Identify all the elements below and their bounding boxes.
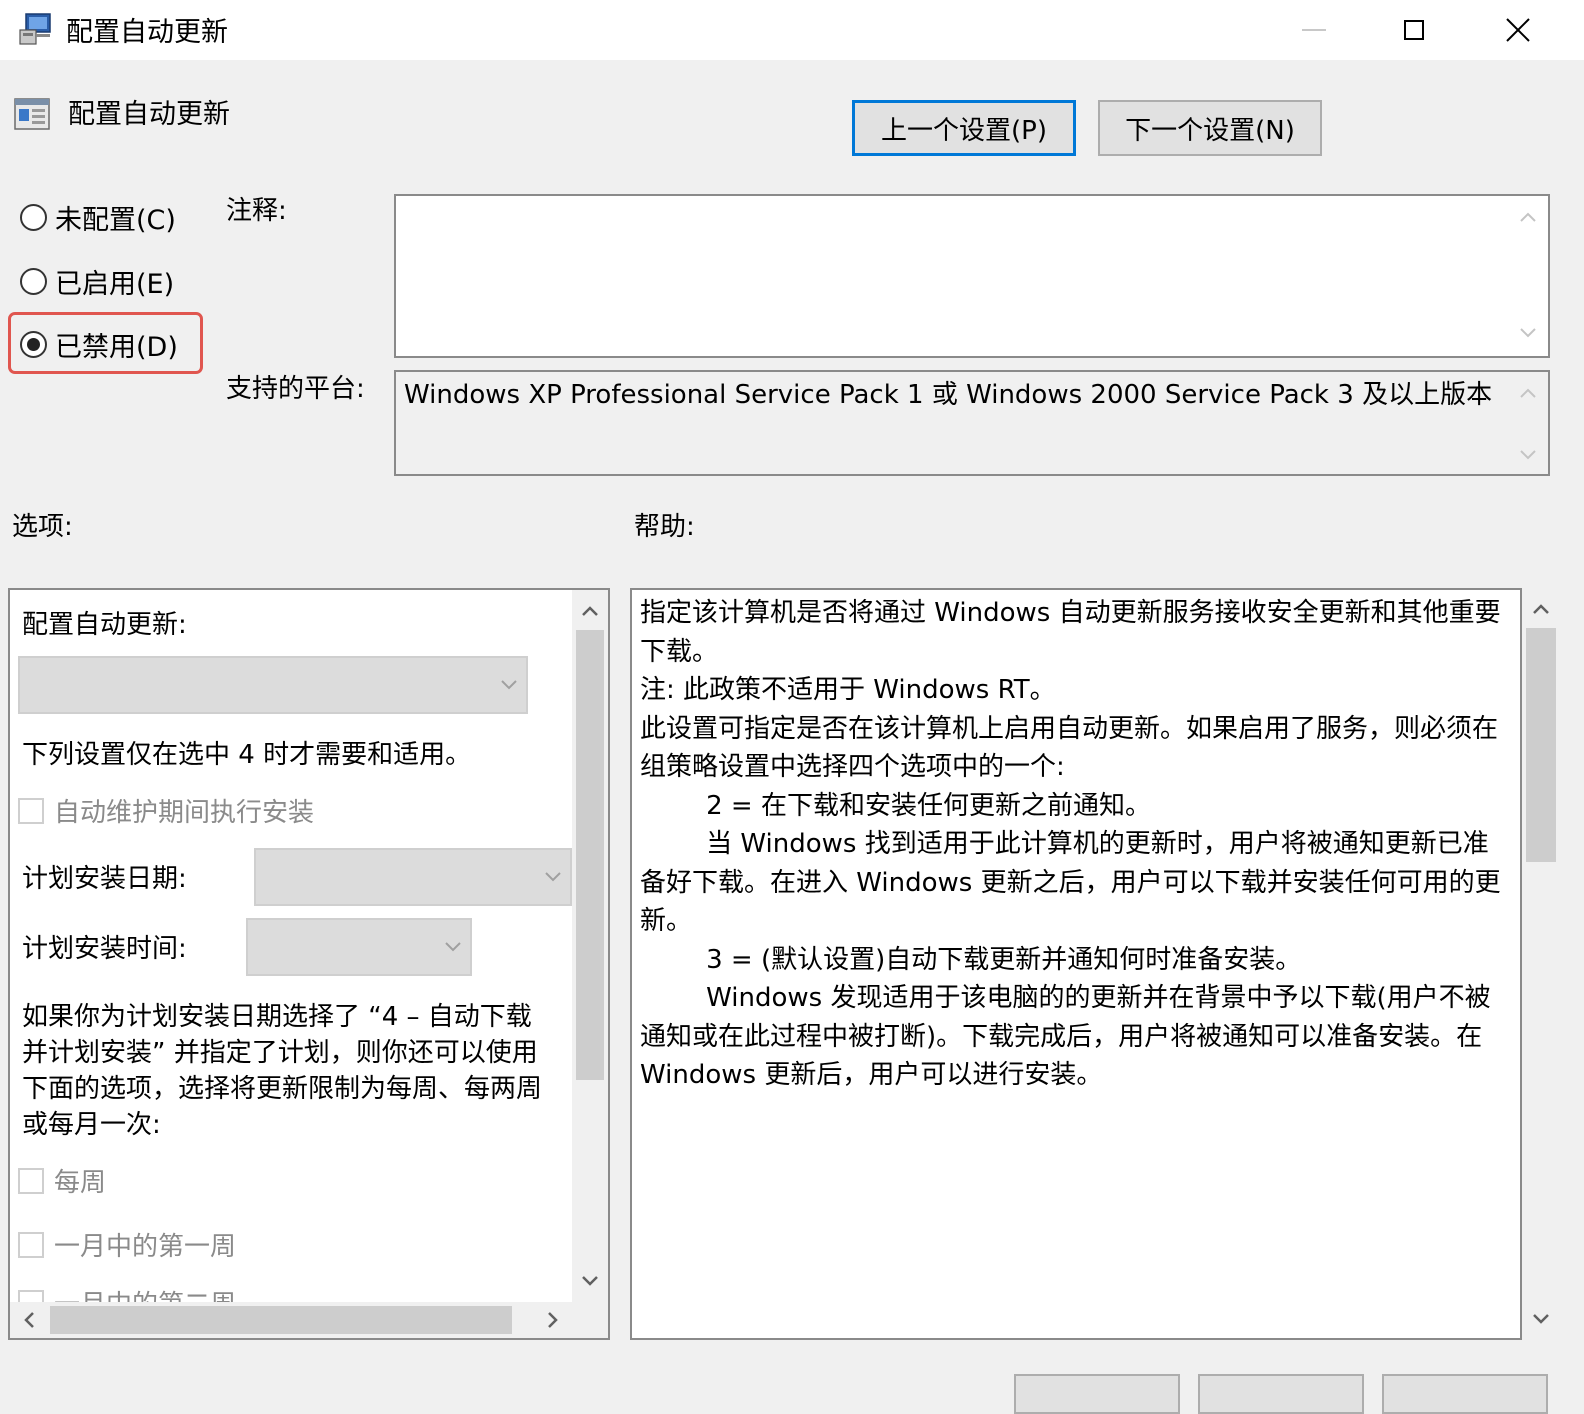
minimize-button[interactable] xyxy=(1264,0,1364,60)
next-setting-button[interactable]: 下一个设置(N) xyxy=(1098,100,1322,156)
schedule-time-label: 计划安装时间: xyxy=(22,934,187,964)
platform-text: Windows XP Professional Service Pack 1 或… xyxy=(404,380,1493,410)
help-vscroll[interactable] xyxy=(1522,588,1560,1340)
app-icon xyxy=(18,12,54,46)
configure-label: 配置自动更新: xyxy=(22,610,187,640)
radio-not-configured-circle xyxy=(20,203,47,231)
selection-highlight xyxy=(8,312,203,374)
chevron-down-icon[interactable] xyxy=(1511,438,1545,472)
help-paragraph: Windows 发现适用于该电脑的的更新并在背景中予以下载(用户不被通知或在此过… xyxy=(640,983,1491,1090)
platform-scrollbar[interactable] xyxy=(1510,376,1546,472)
chevron-up-icon[interactable] xyxy=(1524,592,1558,626)
extra-desc-line-3: 下面的选项，选择将更新限制为每周、每两周 xyxy=(22,1074,543,1104)
comment-textarea[interactable] xyxy=(394,194,1550,358)
checkbox-box xyxy=(18,797,44,824)
help-paragraph: 此设置可指定是否在该计算机上启用自动更新。如果启用了服务，则必须在组策略设置中选… xyxy=(640,713,1499,783)
minimize-icon xyxy=(1302,29,1326,31)
help-pane: 指定该计算机是否将通过 Windows 自动更新服务接收安全更新和其他重要下载。… xyxy=(630,588,1522,1340)
configure-dropdown[interactable] xyxy=(18,656,528,714)
maximize-icon xyxy=(1404,20,1424,40)
help-paragraph: 2 = 在下载和安装任何更新之前通知。 xyxy=(640,790,1151,821)
apply-button[interactable] xyxy=(1382,1374,1548,1414)
options-label: 选项: xyxy=(12,512,73,542)
weekly-checkbox[interactable]: 每周 xyxy=(18,1162,106,1199)
platform-label: 支持的平台: xyxy=(226,374,365,404)
policy-icon xyxy=(14,96,50,132)
chevron-up-icon[interactable] xyxy=(1511,376,1545,410)
auto-maintenance-label: 自动维护期间执行安装 xyxy=(54,798,315,828)
maximize-button[interactable] xyxy=(1364,0,1464,60)
chevron-left-icon[interactable] xyxy=(12,1303,46,1337)
close-button[interactable] xyxy=(1468,0,1568,60)
first-week-label: 一月中的第一周 xyxy=(54,1232,237,1262)
help-text: 指定该计算机是否将通过 Windows 自动更新服务接收安全更新和其他重要下载。… xyxy=(640,594,1514,1095)
extra-desc-line-2: 并计划安装” 并指定了计划，则你还可以使用 xyxy=(22,1038,538,1068)
radio-not-configured-label: 未配置(C) xyxy=(55,204,176,236)
chevron-up-icon[interactable] xyxy=(1511,200,1545,234)
chevron-down-icon xyxy=(501,680,517,690)
help-paragraph: 3 = (默认设置)自动下载更新并通知何时准备安装。 xyxy=(640,944,1302,975)
checkbox-box xyxy=(18,1231,44,1258)
options-pane: 配置自动更新: 下列设置仅在选中 4 时才需要和适用。 自动维护期间执行安装 计… xyxy=(8,588,610,1340)
options-hscroll[interactable] xyxy=(10,1302,608,1338)
note-option-4: 下列设置仅在选中 4 时才需要和适用。 xyxy=(22,740,472,770)
radio-not-configured[interactable]: 未配置(C) xyxy=(20,194,176,240)
previous-setting-button[interactable]: 上一个设置(P) xyxy=(852,100,1076,156)
help-paragraph: 指定该计算机是否将通过 Windows 自动更新服务接收安全更新和其他重要下载。 xyxy=(640,598,1501,667)
first-week-checkbox[interactable]: 一月中的第一周 xyxy=(18,1226,236,1263)
comment-label: 注释: xyxy=(226,196,287,226)
help-paragraph: 注: 此政策不适用于 Windows RT。 xyxy=(640,675,1056,705)
policy-title: 配置自动更新 xyxy=(68,99,230,130)
auto-maintenance-checkbox[interactable]: 自动维护期间执行安装 xyxy=(18,792,314,829)
schedule-day-dropdown[interactable] xyxy=(254,848,572,906)
chevron-down-icon[interactable] xyxy=(573,1264,607,1298)
chevron-down-icon[interactable] xyxy=(1524,1302,1558,1336)
schedule-day-label: 计划安装日期: xyxy=(22,864,187,894)
schedule-time-dropdown[interactable] xyxy=(246,918,472,976)
radio-enabled-label: 已启用(E) xyxy=(55,268,175,300)
chevron-down-icon xyxy=(545,872,561,882)
chevron-down-icon[interactable] xyxy=(1511,316,1545,350)
options-vscroll[interactable] xyxy=(572,590,608,1302)
checkbox-box xyxy=(18,1167,44,1194)
chevron-right-icon[interactable] xyxy=(536,1303,570,1337)
options-hscroll-thumb[interactable] xyxy=(50,1306,512,1334)
ok-button[interactable] xyxy=(1014,1374,1180,1414)
radio-enabled-circle xyxy=(20,267,47,295)
extra-desc-line-4: 或每月一次: xyxy=(22,1110,161,1140)
comment-scrollbar[interactable] xyxy=(1510,200,1546,350)
window-title: 配置自动更新 xyxy=(66,17,228,48)
chevron-down-icon xyxy=(445,942,461,952)
close-icon xyxy=(1506,18,1530,42)
cancel-button[interactable] xyxy=(1198,1374,1364,1414)
radio-enabled[interactable]: 已启用(E) xyxy=(20,258,174,304)
help-paragraph: 当 Windows 找到适用于此计算机的更新时，用户将被通知更新已准备好下载。在… xyxy=(640,829,1501,936)
chevron-up-icon[interactable] xyxy=(573,594,607,628)
weekly-label: 每周 xyxy=(54,1168,107,1198)
help-vscroll-thumb[interactable] xyxy=(1526,628,1556,862)
options-vscroll-thumb[interactable] xyxy=(576,630,604,1080)
extra-desc-line-1: 如果你为计划安装日期选择了 “4 – 自动下载 xyxy=(22,1002,532,1032)
help-label: 帮助: xyxy=(634,512,695,542)
